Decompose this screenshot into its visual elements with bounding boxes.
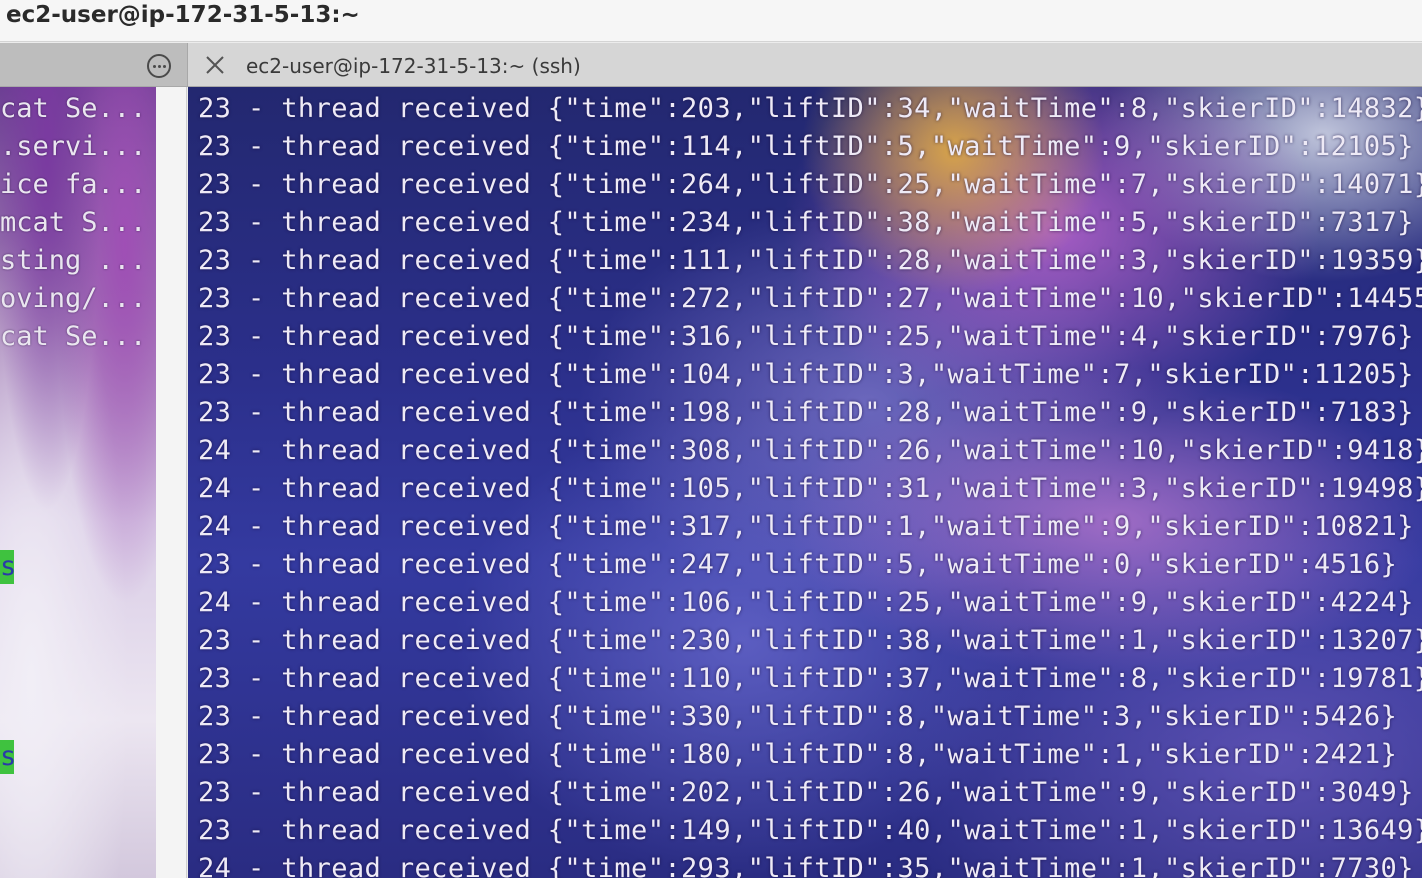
left-pane-highlight: s xyxy=(0,740,14,774)
terminal-line: 23 - thread received {"time":203,"liftID… xyxy=(198,93,1422,124)
terminal-line: 23 - thread received {"time":272,"liftID… xyxy=(198,283,1422,314)
terminal-line: 23 - thread received {"time":330,"liftID… xyxy=(198,701,1398,732)
left-pane-highlight: s xyxy=(0,550,14,584)
terminal-line: 23 - thread received {"time":104,"liftID… xyxy=(198,359,1414,390)
terminal-app-window: ec2-user@ip-172-31-5-13:~ ec2-user@ip-17… xyxy=(0,0,1422,878)
terminal-line: 23 - thread received {"time":180,"liftID… xyxy=(198,739,1398,770)
terminal-line: 23 - thread received {"time":198,"liftID… xyxy=(198,397,1414,428)
pane-divider[interactable] xyxy=(156,87,187,878)
window-title: ec2-user@ip-172-31-5-13:~ xyxy=(6,2,360,28)
left-pane-line: ice fa... xyxy=(0,169,147,200)
terminal-line: 23 - thread received {"time":316,"liftID… xyxy=(198,321,1414,352)
left-pane-line: cat Se... xyxy=(0,321,147,352)
left-pane-line: oving/... xyxy=(0,283,147,314)
terminal-line: 24 - thread received {"time":106,"liftID… xyxy=(198,587,1414,618)
terminal-line: 23 - thread received {"time":110,"liftID… xyxy=(198,663,1422,694)
terminal-line: 23 - thread received {"time":247,"liftID… xyxy=(198,549,1398,580)
left-pane-line: .servi... xyxy=(0,131,147,162)
terminal-line: 23 - thread received {"time":202,"liftID… xyxy=(198,777,1414,808)
tab-title: ec2-user@ip-172-31-5-13:~ (ssh) xyxy=(246,54,581,78)
terminal-line: 24 - thread received {"time":293,"liftID… xyxy=(198,853,1414,878)
terminal-tab[interactable]: ec2-user@ip-172-31-5-13:~ (ssh) xyxy=(187,43,1422,87)
left-terminal-pane[interactable]: cat Se... .servi... ice fa... mcat S... … xyxy=(0,87,156,878)
terminal-line: 23 - thread received {"time":230,"liftID… xyxy=(198,625,1422,656)
terminal-line: 24 - thread received {"time":308,"liftID… xyxy=(198,435,1422,466)
terminal-line: 23 - thread received {"time":234,"liftID… xyxy=(198,207,1414,238)
terminal-line: 23 - thread received {"time":114,"liftID… xyxy=(198,131,1414,162)
left-pane-line: sting ... xyxy=(0,245,147,276)
terminal-line: 23 - thread received {"time":149,"liftID… xyxy=(198,815,1422,846)
window-title-bar[interactable]: ec2-user@ip-172-31-5-13:~ xyxy=(0,0,1422,42)
terminal-line: 24 - thread received {"time":105,"liftID… xyxy=(198,473,1422,504)
ellipsis-circle-icon[interactable] xyxy=(147,54,171,78)
terminal-lines: 23 - thread received {"time":203,"liftID… xyxy=(198,90,1422,878)
left-pane-line: mcat S... xyxy=(0,207,147,238)
terminal-line: 23 - thread received {"time":264,"liftID… xyxy=(198,169,1422,200)
terminal-output[interactable]: 23 - thread received {"time":203,"liftID… xyxy=(188,87,1422,878)
terminal-line: 24 - thread received {"time":317,"liftID… xyxy=(198,511,1414,542)
left-pane-tab-header[interactable] xyxy=(0,43,187,87)
terminal-line: 23 - thread received {"time":111,"liftID… xyxy=(198,245,1422,276)
close-icon[interactable] xyxy=(204,54,226,76)
left-pane-line: cat Se... xyxy=(0,93,147,124)
